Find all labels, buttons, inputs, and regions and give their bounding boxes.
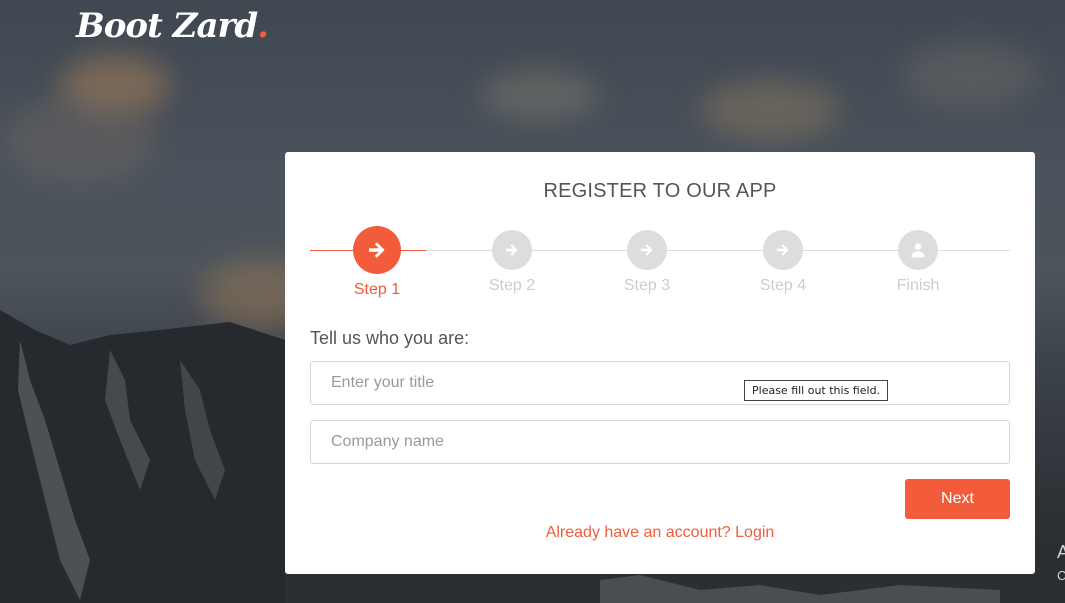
arrow-right-icon [627,230,667,270]
arrow-right-icon [492,230,532,270]
company-name-input[interactable] [310,420,1010,464]
wizard-step-label: Step 2 [488,277,536,294]
validation-tooltip: Please fill out this field. [744,380,889,401]
register-card: REGISTER TO OUR APP Step 1 Step 2 Step 3 [285,152,1035,574]
wizard-step-label: Step 3 [623,277,671,294]
wizard-step-1[interactable]: Step 1 [327,226,427,299]
wizard-step-2[interactable]: Step 2 [462,230,562,295]
user-icon [898,230,938,270]
login-link[interactable]: Already have an account? Login [285,524,1035,542]
wizard-steps: Step 1 Step 2 Step 3 Step 4 Finish [310,226,1010,310]
title-input[interactable] [310,361,1010,405]
wizard-step-label: Step 1 [353,281,401,298]
section-label: Tell us who you are: [310,328,470,348]
form-title: REGISTER TO OUR APP [543,180,777,202]
wizard-step-4[interactable]: Step 4 [733,230,833,295]
arrow-right-icon [763,230,803,270]
wizard-step-label: Step 4 [759,277,807,294]
next-button[interactable]: Next [905,479,1010,519]
edge-text-line-2: C [1057,568,1065,583]
edge-text-line-1: A [1057,542,1065,562]
logo-text: Boot Zard [76,6,258,46]
logo-dot: . [257,6,269,46]
edge-text: A C [1057,540,1065,588]
wizard-step-finish[interactable]: Finish [868,230,968,295]
arrow-right-icon [353,226,401,274]
wizard-step-3[interactable]: Step 3 [597,230,697,295]
wizard-step-label: Finish [896,277,940,294]
app-logo[interactable]: Boot Zard. [76,6,269,46]
